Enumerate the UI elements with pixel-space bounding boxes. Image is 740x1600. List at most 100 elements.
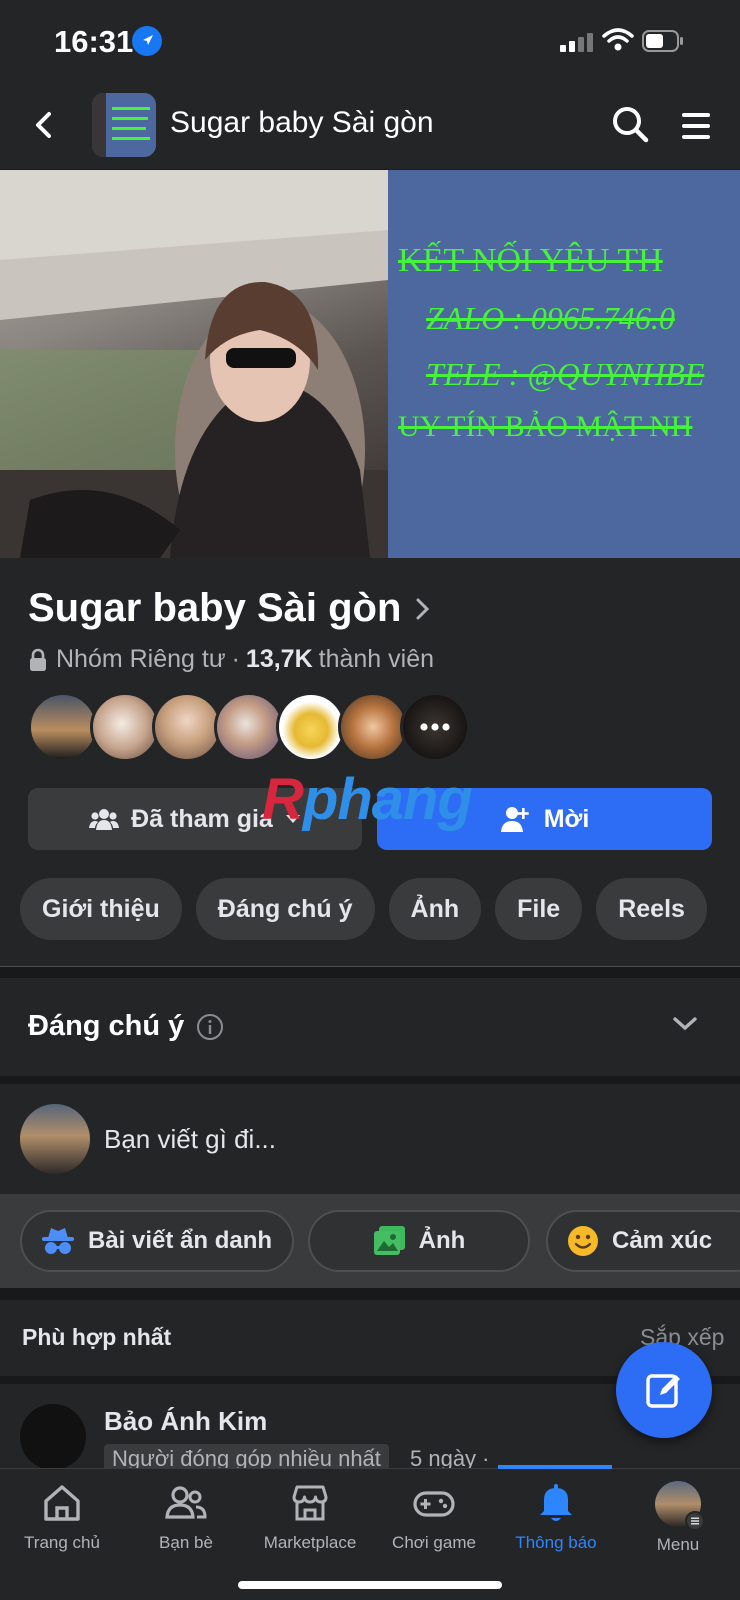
banner-line: TELE : @QUYNHBE	[426, 356, 705, 392]
nav-gaming[interactable]: Chơi game	[372, 1481, 496, 1553]
search-button[interactable]	[608, 102, 654, 148]
featured-section[interactable]: Đáng chú ý	[0, 978, 740, 1076]
group-privacy: Nhóm Riêng tư	[56, 645, 226, 673]
cover-banner: KẾT NỐI YÊU TH ZALO : 0965.746.0 TELE : …	[388, 170, 740, 558]
joined-label: Đã tham gia	[131, 804, 273, 833]
group-members-icon	[89, 809, 120, 830]
more-menu-button[interactable]	[676, 104, 720, 148]
home-icon	[44, 1485, 80, 1521]
group-meta: Nhóm Riêng tư · 13,7K thành viên	[28, 645, 434, 674]
group-tabs: Giới thiệu Đáng chú ý Ảnh File Reels	[20, 878, 707, 940]
nav-menu[interactable]: Menu	[616, 1481, 740, 1555]
bottom-navigation: Trang chủ Bạn bè Marketplace Chơi game T…	[0, 1465, 740, 1600]
edit-icon	[646, 1374, 680, 1408]
home-indicator[interactable]	[238, 1581, 502, 1589]
group-cover[interactable]: KẾT NỐI YÊU TH ZALO : 0965.746.0 TELE : …	[0, 170, 740, 558]
watermark-part-a: R	[262, 767, 304, 832]
feeling-label: Cảm xúc	[612, 1227, 713, 1254]
group-thumbnail[interactable]	[92, 93, 156, 157]
nav-label: Chơi game	[392, 1533, 476, 1552]
nav-notifications[interactable]: Thông báo	[494, 1481, 618, 1553]
post-time: 5 ngày ·	[410, 1446, 490, 1468]
hamburger-icon	[682, 113, 710, 139]
banner-line: UY TÍN BẢO MẬT NH	[398, 410, 693, 443]
status-bar: 16:31	[0, 0, 740, 80]
tab-files[interactable]: File	[495, 878, 583, 940]
feeling-button[interactable]: Cảm xúc	[546, 1210, 740, 1272]
friends-icon	[165, 1486, 207, 1519]
member-label: thành viên	[318, 645, 435, 673]
composer-actions: Bài viết ẩn danh Ảnh Cảm xúc	[0, 1194, 740, 1288]
gaming-icon	[413, 1491, 455, 1517]
invite-label: Mời	[543, 804, 590, 833]
nav-friends[interactable]: Bạn bè	[124, 1481, 248, 1553]
signal-icon	[560, 33, 593, 52]
header-title[interactable]: Sugar baby Sài gòn	[170, 106, 434, 140]
wifi-icon	[602, 28, 634, 51]
nav-label: Trang chủ	[24, 1533, 100, 1552]
menu-badge-icon	[685, 1511, 705, 1531]
member-avatar	[276, 692, 346, 762]
photo-button[interactable]: Ảnh	[308, 1210, 530, 1272]
tab-reels[interactable]: Reels	[596, 878, 707, 940]
meta-separator: ·	[231, 645, 240, 673]
nav-label: Marketplace	[263, 1533, 357, 1552]
watermark-logo: Rphang	[262, 766, 473, 833]
incognito-icon	[42, 1228, 74, 1254]
profile-avatar	[655, 1481, 705, 1531]
tab-featured[interactable]: Đáng chú ý	[195, 878, 375, 940]
section-divider	[0, 1076, 740, 1084]
contributor-badge: Người đóng góp nhiều nhất	[104, 1444, 389, 1468]
chevron-right-icon	[416, 598, 430, 619]
back-button[interactable]	[24, 102, 64, 148]
photo-icon	[373, 1226, 405, 1255]
post-author[interactable]: Bảo Ánh Kim	[104, 1406, 267, 1437]
group-name-row[interactable]: Sugar baby Sài gòn	[28, 586, 431, 631]
nav-marketplace[interactable]: Marketplace	[248, 1481, 372, 1553]
group-header: Sugar baby Sài gòn	[0, 80, 740, 170]
banner-line: KẾT NỐI YÊU TH	[398, 242, 663, 279]
active-tab-indicator	[498, 1465, 612, 1469]
battery-icon	[642, 30, 683, 52]
member-avatar	[90, 692, 160, 762]
nav-label: Bạn bè	[159, 1533, 213, 1552]
composer-placeholder[interactable]: Bạn viết gì đi...	[104, 1124, 276, 1155]
nav-home[interactable]: Trang chủ	[0, 1481, 124, 1553]
member-count: 13,7K	[245, 645, 313, 673]
avatar	[20, 1104, 90, 1174]
info-icon[interactable]	[196, 1013, 224, 1041]
tab-about[interactable]: Giới thiệu	[20, 878, 182, 940]
watermark-part-b: phang	[302, 767, 473, 832]
cover-photo	[0, 170, 388, 558]
featured-title: Đáng chú ý	[28, 1010, 185, 1042]
anonymous-post-label: Bài viết ẩn danh	[88, 1227, 273, 1254]
sort-title: Phù hợp nhất	[22, 1324, 172, 1350]
bell-icon	[540, 1484, 572, 1521]
photo-label: Ảnh	[418, 1227, 466, 1254]
more-dots-icon	[420, 723, 450, 731]
group-name: Sugar baby Sài gòn	[28, 586, 402, 630]
nav-label: Thông báo	[515, 1533, 597, 1552]
section-divider	[0, 1288, 740, 1300]
anonymous-post-button[interactable]: Bài viết ẩn danh	[20, 1210, 294, 1272]
nav-label: Menu	[656, 1535, 700, 1554]
smiley-icon	[568, 1226, 598, 1256]
member-avatar	[338, 692, 408, 762]
more-members-button[interactable]	[400, 692, 470, 762]
create-post-button[interactable]	[616, 1342, 712, 1438]
member-avatar	[214, 692, 284, 762]
member-avatar	[152, 692, 222, 762]
lock-icon	[30, 648, 46, 671]
chevron-down-icon[interactable]	[672, 1016, 698, 1032]
search-icon	[613, 107, 649, 143]
add-person-icon	[500, 807, 529, 832]
avatar[interactable]	[20, 1404, 86, 1468]
tab-photos[interactable]: Ảnh	[388, 878, 482, 940]
location-icon	[132, 26, 162, 56]
member-avatar	[28, 692, 98, 762]
banner-line: ZALO : 0965.746.0	[426, 300, 675, 336]
section-divider	[0, 966, 740, 978]
post-composer[interactable]: Bạn viết gì đi...	[0, 1084, 740, 1194]
marketplace-icon	[292, 1485, 328, 1521]
status-time: 16:31	[54, 24, 134, 59]
